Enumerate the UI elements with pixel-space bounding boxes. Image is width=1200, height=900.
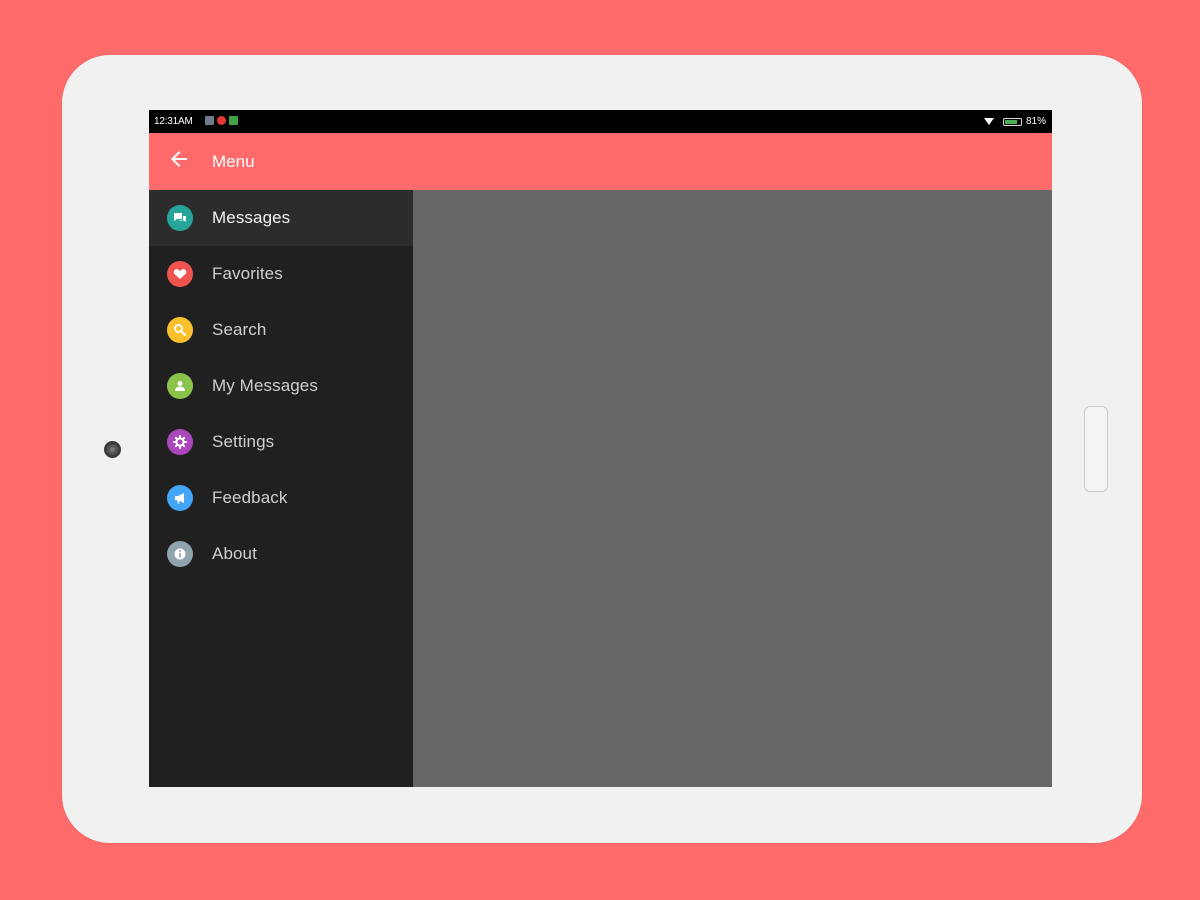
megaphone-icon	[167, 485, 193, 511]
content-scrim[interactable]	[413, 190, 1052, 787]
menu-item-label: Messages	[212, 208, 291, 227]
app-bar: Menu	[149, 133, 1052, 190]
info-icon	[167, 541, 193, 567]
menu-item-label: Search	[212, 320, 267, 339]
battery-percentage: 81%	[1025, 116, 1046, 127]
battery-fill	[1004, 119, 1018, 124]
search-icon	[167, 317, 193, 343]
menu-item-settings[interactable]: Settings	[149, 414, 413, 470]
menu-item-search[interactable]: Search	[149, 302, 413, 358]
menu-item-favorites[interactable]: Favorites	[149, 246, 413, 302]
navigation-drawer: Messages Favorites Search My Messages Se…	[149, 190, 413, 787]
menu-item-about[interactable]: About	[149, 526, 413, 582]
heart-icon	[167, 261, 193, 287]
tablet-frame: 12:31AM 81% Menu Messages Favorites Sear…	[62, 55, 1142, 843]
page-title: Menu	[212, 152, 255, 171]
menu-item-label: Feedback	[212, 488, 288, 507]
menu-item-label: About	[212, 544, 257, 563]
notification-icon	[205, 116, 214, 125]
menu-item-messages[interactable]: Messages	[149, 190, 413, 246]
menu-item-my-messages[interactable]: My Messages	[149, 358, 413, 414]
menu-item-label: Favorites	[212, 264, 283, 283]
chat-icon	[167, 205, 193, 231]
home-button[interactable]	[1084, 406, 1108, 492]
notification-icon	[229, 116, 238, 125]
menu-item-label: Settings	[212, 432, 275, 451]
arrow-left-icon[interactable]	[167, 147, 191, 171]
status-indicators: 81%	[983, 110, 1046, 133]
menu-item-feedback[interactable]: Feedback	[149, 470, 413, 526]
wifi-icon	[983, 118, 994, 125]
gear-icon	[167, 429, 193, 455]
menu-list: Messages Favorites Search My Messages Se…	[149, 190, 413, 582]
front-camera	[104, 441, 121, 458]
notification-icon	[217, 116, 226, 125]
status-time: 12:31AM	[154, 116, 193, 127]
device-screen: 12:31AM 81% Menu Messages Favorites Sear…	[149, 110, 1052, 787]
menu-item-label: My Messages	[212, 376, 318, 395]
person-icon	[167, 373, 193, 399]
notification-icons	[205, 116, 238, 125]
status-bar: 12:31AM 81%	[149, 110, 1052, 133]
battery-icon	[1002, 117, 1022, 126]
